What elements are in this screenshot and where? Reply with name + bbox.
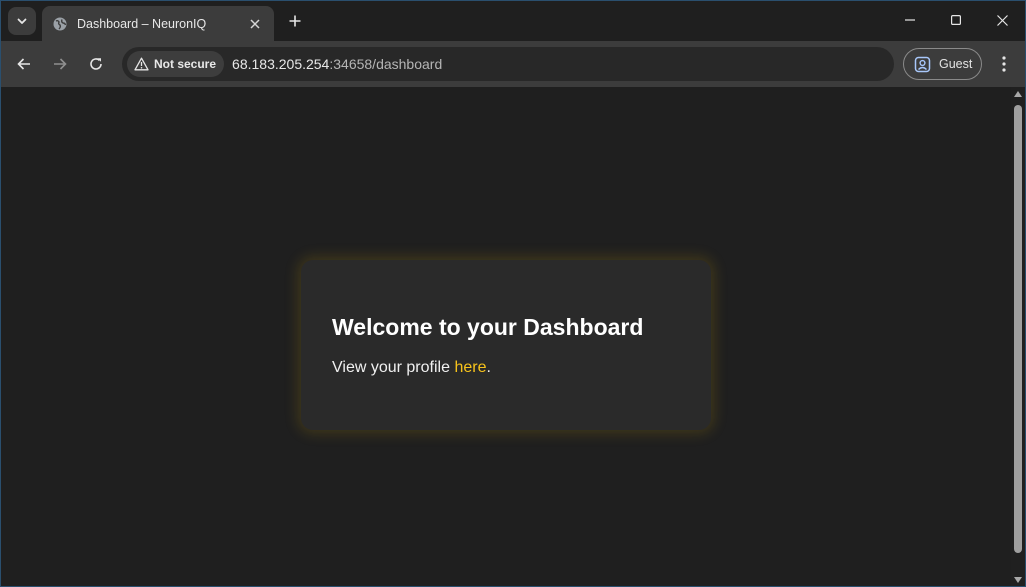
- close-icon: [996, 14, 1008, 26]
- tab-strip: Dashboard – NeuronIQ: [1, 1, 1025, 41]
- browser-toolbar: Not secure 68.183.205.254:34658/dashboar…: [1, 41, 1025, 87]
- back-button[interactable]: [10, 50, 38, 78]
- arrow-left-icon: [17, 58, 30, 70]
- scrollbar[interactable]: [1011, 87, 1025, 586]
- warning-icon: [134, 57, 149, 71]
- profile-link[interactable]: here: [454, 359, 486, 376]
- minimize-button[interactable]: [887, 1, 933, 39]
- maximize-button[interactable]: [933, 1, 979, 39]
- tab-search-button[interactable]: [8, 7, 36, 35]
- reload-button[interactable]: [82, 50, 110, 78]
- profile-prompt-text: View your profile: [332, 359, 455, 376]
- tab-title: Dashboard – NeuronIQ: [77, 16, 207, 31]
- welcome-card: Welcome to your Dashboard View your prof…: [301, 260, 711, 430]
- scroll-thumb[interactable]: [1014, 105, 1022, 553]
- tab-dashboard[interactable]: Dashboard – NeuronIQ: [42, 6, 274, 41]
- profile-button[interactable]: Guest: [903, 48, 982, 80]
- minimize-icon: [905, 19, 915, 21]
- menu-button[interactable]: [993, 50, 1015, 78]
- globe-icon: [52, 16, 68, 32]
- url-host: 68.183.205.254: [232, 56, 330, 72]
- profile-label: Guest: [939, 57, 973, 71]
- scroll-down-arrow-icon[interactable]: [1014, 577, 1022, 583]
- scroll-up-arrow-icon[interactable]: [1014, 91, 1022, 97]
- profile-prompt-period: .: [486, 359, 491, 376]
- browser-window: Dashboard – NeuronIQ Not secure 68.183.2…: [0, 0, 1026, 587]
- new-tab-button[interactable]: [284, 10, 306, 32]
- plus-icon: [289, 15, 301, 27]
- security-chip[interactable]: Not secure: [127, 51, 225, 77]
- arrow-right-icon: [54, 58, 67, 70]
- close-icon[interactable]: [246, 15, 264, 33]
- url-text: 68.183.205.254:34658/dashboard: [232, 56, 442, 72]
- chevron-down-icon: [17, 18, 27, 24]
- url-path: :34658/dashboard: [329, 56, 443, 72]
- reload-icon: [90, 58, 102, 70]
- more-vert-icon: [1002, 56, 1006, 72]
- forward-button[interactable]: [46, 50, 74, 78]
- security-label: Not secure: [154, 57, 217, 71]
- window-close-button[interactable]: [979, 1, 1025, 39]
- guest-avatar-icon: [914, 56, 931, 72]
- page-viewport: Welcome to your Dashboard View your prof…: [1, 87, 1011, 586]
- maximize-icon: [951, 15, 961, 25]
- address-bar[interactable]: Not secure 68.183.205.254:34658/dashboar…: [122, 47, 894, 81]
- profile-prompt: View your profile here.: [332, 358, 681, 378]
- page-title: Welcome to your Dashboard: [332, 314, 644, 340]
